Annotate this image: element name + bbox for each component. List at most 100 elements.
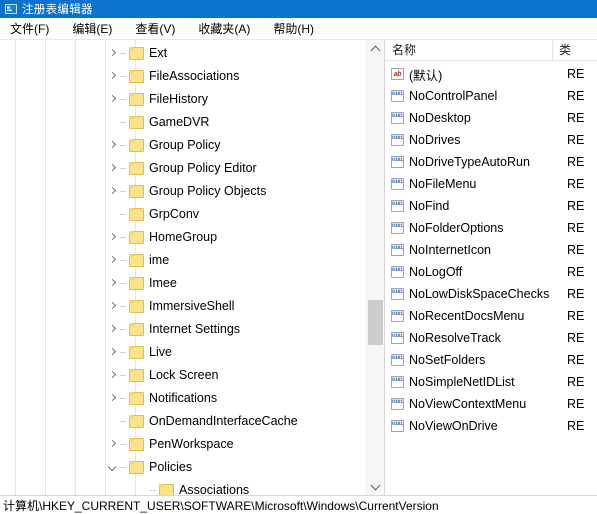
- value-row[interactable]: 010101NoLogOff RE: [385, 261, 597, 283]
- tree-connector: [120, 42, 128, 65]
- chevron-right-icon[interactable]: [105, 65, 120, 88]
- value-name: NoSimpleNetIDList: [409, 375, 515, 389]
- values-column-header: 名称 类: [385, 40, 597, 61]
- tree-item-group-policy-objects[interactable]: Group Policy Objects: [0, 180, 366, 203]
- value-type: RE: [567, 221, 585, 235]
- registry-values-panel[interactable]: 名称 类 ab(默认)RE010101NoControlPanelRE01010…: [385, 40, 597, 495]
- chevron-right-icon[interactable]: [105, 318, 120, 341]
- value-type: RE: [567, 155, 585, 169]
- scroll-up-icon[interactable]: [367, 40, 384, 57]
- chevron-right-icon[interactable]: [105, 364, 120, 387]
- tree-connector: [120, 456, 128, 479]
- window-title: 注册表编辑器: [22, 4, 93, 16]
- tree-item-label: HomeGroup: [149, 230, 218, 244]
- menu-view[interactable]: 查看(V): [133, 19, 177, 38]
- chevron-right-icon[interactable]: [105, 387, 120, 410]
- tree-item-live[interactable]: Live: [0, 341, 366, 364]
- tree-item-immersiveshell[interactable]: ImmersiveShell: [0, 295, 366, 318]
- tree-item-internet-settings[interactable]: Internet Settings: [0, 318, 366, 341]
- tree-item-lock-screen[interactable]: Lock Screen: [0, 364, 366, 387]
- column-type[interactable]: 类: [553, 40, 597, 60]
- tree-item-group-policy-editor[interactable]: Group Policy Editor: [0, 157, 366, 180]
- title-bar[interactable]: 注册表编辑器: [0, 0, 597, 18]
- menu-bar: 文件(F) 编辑(E) 查看(V) 收藏夹(A) 帮助(H): [0, 18, 597, 40]
- value-row[interactable]: 010101NoFileMenu RE: [385, 173, 597, 195]
- tree-item-notifications[interactable]: Notifications: [0, 387, 366, 410]
- chevron-down-icon[interactable]: [105, 456, 120, 479]
- values-row-list: ab(默认)RE010101NoControlPanelRE010101NoDe…: [385, 61, 597, 437]
- tree-item-filehistory[interactable]: FileHistory: [0, 88, 366, 111]
- value-row[interactable]: 010101NoSimpleNetIDList RE: [385, 371, 597, 393]
- value-type: RE: [567, 309, 585, 323]
- tree-item-homegroup[interactable]: HomeGroup: [0, 226, 366, 249]
- tree-item-ime[interactable]: ime: [0, 249, 366, 272]
- tree-item-ext[interactable]: Ext: [0, 42, 366, 65]
- chevron-right-icon[interactable]: [105, 433, 120, 456]
- menu-edit[interactable]: 编辑(E): [70, 19, 114, 38]
- folder-icon: [128, 157, 145, 180]
- value-row[interactable]: 010101NoRecentDocsMenu RE: [385, 305, 597, 327]
- value-row[interactable]: ab (默认) RE: [385, 63, 597, 85]
- menu-favorites[interactable]: 收藏夹(A): [196, 19, 252, 38]
- tree-no-chevron: [105, 410, 120, 433]
- tree-item-grpconv[interactable]: GrpConv: [0, 203, 366, 226]
- chevron-right-icon[interactable]: [105, 341, 120, 364]
- tree-item-policies[interactable]: Policies: [0, 456, 366, 479]
- chevron-right-icon[interactable]: [105, 272, 120, 295]
- chevron-right-icon[interactable]: [105, 42, 120, 65]
- dword-value-icon: 010101: [389, 173, 409, 195]
- folder-icon: [128, 410, 145, 433]
- scrollbar-thumb[interactable]: [368, 300, 383, 345]
- chevron-right-icon[interactable]: [105, 134, 120, 157]
- tree-item-gamedvr[interactable]: GameDVR: [0, 111, 366, 134]
- chevron-right-icon[interactable]: [105, 157, 120, 180]
- value-row[interactable]: 010101NoControlPanel RE: [385, 85, 597, 107]
- tree-item-label: GrpConv: [149, 207, 200, 221]
- tree-vertical-scrollbar[interactable]: [366, 40, 384, 495]
- value-name: NoLowDiskSpaceChecks: [409, 287, 550, 301]
- menu-file[interactable]: 文件(F): [8, 19, 51, 38]
- value-row[interactable]: 010101NoViewOnDrive RE: [385, 415, 597, 437]
- chevron-right-icon[interactable]: [105, 295, 120, 318]
- scroll-down-icon[interactable]: [367, 478, 384, 495]
- chevron-right-icon[interactable]: [105, 180, 120, 203]
- value-row[interactable]: 010101NoFind RE: [385, 195, 597, 217]
- value-row[interactable]: 010101NoSetFolders RE: [385, 349, 597, 371]
- chevron-right-icon[interactable]: [105, 249, 120, 272]
- column-name[interactable]: 名称: [385, 40, 553, 60]
- tree-connector: [120, 157, 128, 180]
- tree-item-penworkspace[interactable]: PenWorkspace: [0, 433, 366, 456]
- tree-item-list: Ext FileAssociations FileHistory GameDVR Gro…: [0, 40, 366, 495]
- registry-tree-panel[interactable]: Ext FileAssociations FileHistory GameDVR Gro…: [0, 40, 385, 495]
- value-name: NoResolveTrack: [409, 331, 501, 345]
- value-row[interactable]: 010101NoDesktop RE: [385, 107, 597, 129]
- value-row[interactable]: 010101NoDriveTypeAutoRun RE: [385, 151, 597, 173]
- chevron-right-icon[interactable]: [105, 226, 120, 249]
- tree-item-ondemandinterfacecache[interactable]: OnDemandInterfaceCache: [0, 410, 366, 433]
- value-row[interactable]: 010101NoResolveTrack RE: [385, 327, 597, 349]
- folder-icon: [128, 203, 145, 226]
- dword-value-icon: 010101: [389, 151, 409, 173]
- tree-scroll-area[interactable]: Ext FileAssociations FileHistory GameDVR Gro…: [0, 40, 366, 495]
- value-type: RE: [567, 67, 585, 81]
- value-row[interactable]: 010101NoFolderOptions RE: [385, 217, 597, 239]
- value-row[interactable]: 010101NoDrives RE: [385, 129, 597, 151]
- value-name: NoDriveTypeAutoRun: [409, 155, 530, 169]
- tree-item-label: Associations: [179, 483, 250, 495]
- folder-icon: [128, 111, 145, 134]
- chevron-right-icon[interactable]: [105, 88, 120, 111]
- tree-item-fileassociations[interactable]: FileAssociations: [0, 65, 366, 88]
- tree-item-associations[interactable]: Associations: [0, 479, 366, 495]
- dword-value-icon: 010101: [389, 217, 409, 239]
- tree-connector: [120, 433, 128, 456]
- tree-item-group-policy[interactable]: Group Policy: [0, 134, 366, 157]
- tree-item-label: Group Policy Editor: [149, 161, 257, 175]
- value-row[interactable]: 010101NoViewContextMenu RE: [385, 393, 597, 415]
- menu-help[interactable]: 帮助(H): [271, 19, 316, 38]
- tree-item-label: Imee: [149, 276, 177, 290]
- value-row[interactable]: 010101NoInternetIcon RE: [385, 239, 597, 261]
- folder-icon: [128, 180, 145, 203]
- tree-item-imee[interactable]: Imee: [0, 272, 366, 295]
- tree-connector: [150, 479, 158, 495]
- value-row[interactable]: 010101NoLowDiskSpaceChecks RE: [385, 283, 597, 305]
